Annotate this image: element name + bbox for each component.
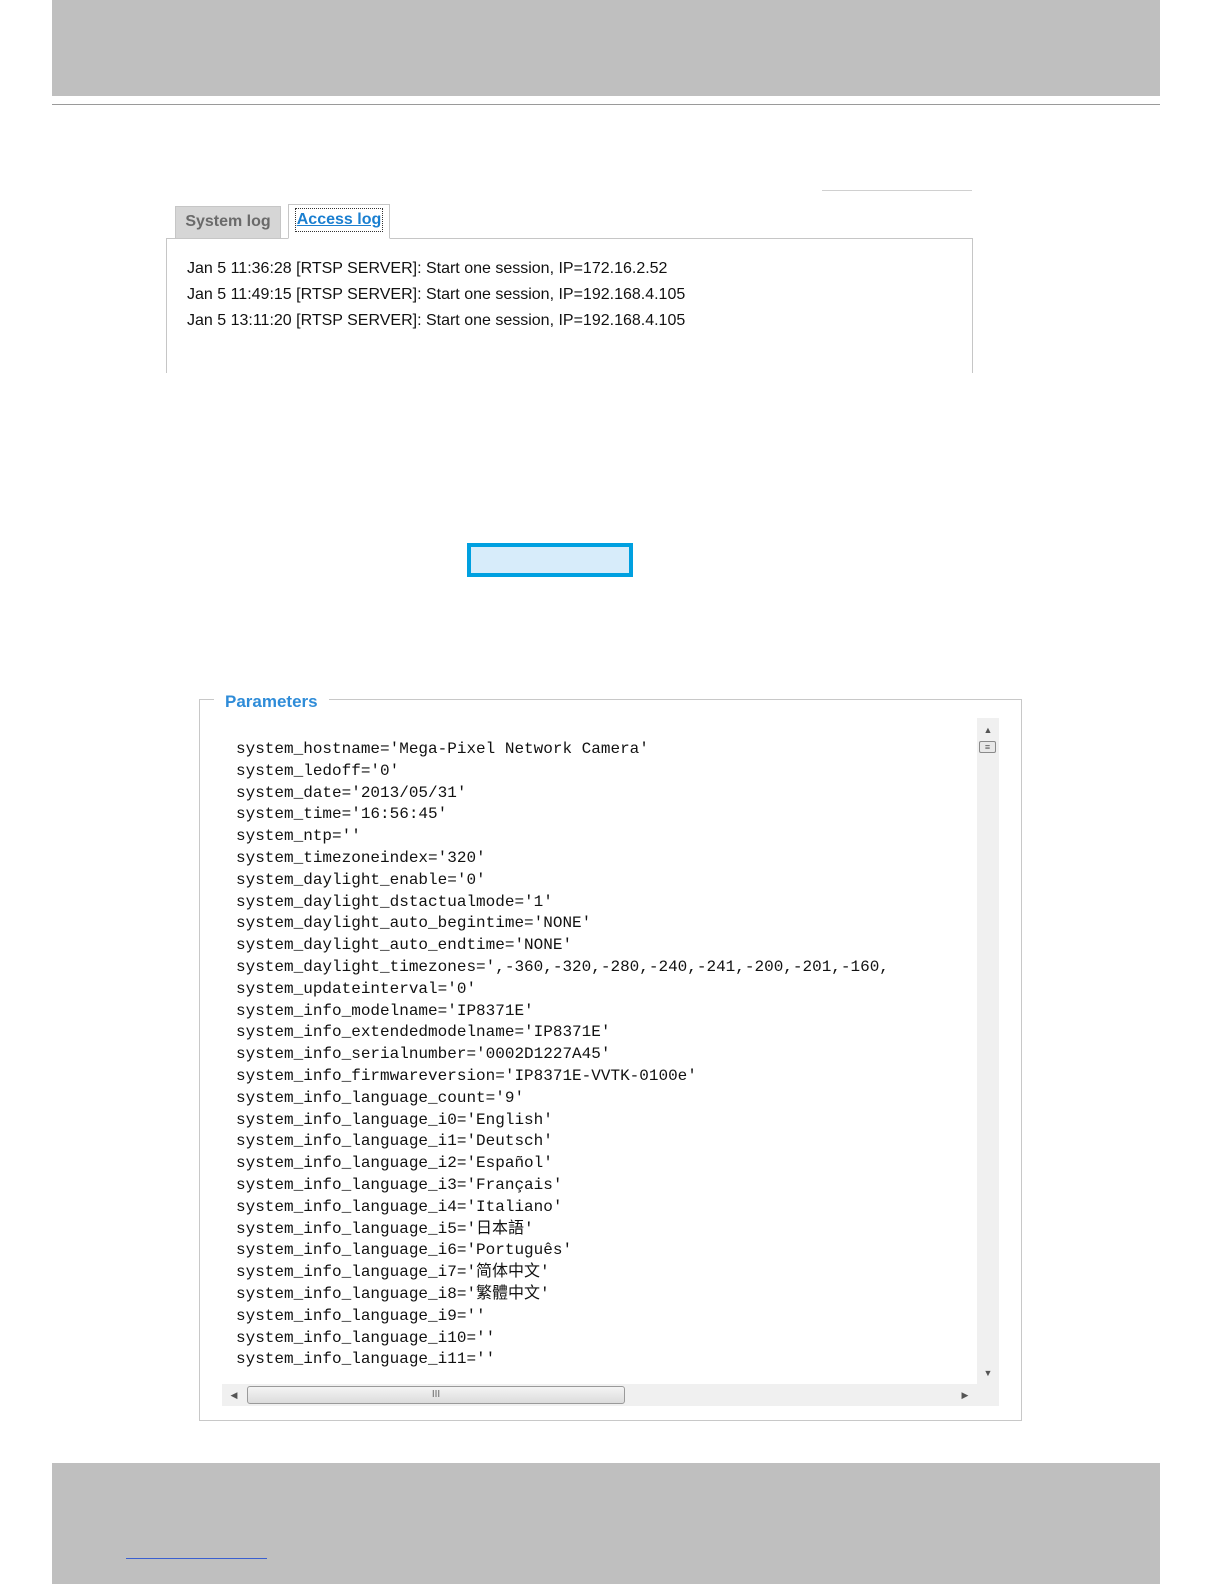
parameters-textarea[interactable]: system_hostname='Mega-Pixel Network Came… [222, 718, 999, 1406]
tab-system-log[interactable]: System log [175, 206, 281, 238]
parameter-line: system_daylight_auto_endtime='NONE' [236, 936, 573, 955]
log-entry: Jan 5 11:36:28 [RTSP SERVER]: Start one … [187, 260, 668, 277]
parameter-line: system_info_language_i5='日本語' [236, 1219, 534, 1238]
tab-access-log[interactable]: Access log [288, 204, 390, 239]
scroll-up-arrow-icon[interactable]: ▲ [977, 720, 999, 740]
parameter-line: system_info_language_i9='' [236, 1306, 486, 1325]
scroll-right-arrow-icon[interactable]: ▶ [955, 1384, 975, 1406]
highlighted-button[interactable] [467, 543, 633, 577]
parameter-line: system_info_language_i11='' [236, 1350, 496, 1369]
parameter-line: system_info_language_i0='English' [236, 1110, 553, 1129]
parameter-line: system_info_language_i4='Italiano' [236, 1197, 563, 1216]
parameter-line: system_daylight_enable='0' [236, 870, 486, 889]
parameter-line: system_info_language_i1='Deutsch' [236, 1132, 553, 1151]
parameter-line: system_ntp='' [236, 827, 361, 846]
parameter-line: system_info_modelname='IP8371E' [236, 1001, 534, 1020]
parameter-line: system_date='2013/05/31' [236, 783, 467, 802]
scroll-down-arrow-icon[interactable]: ▼ [977, 1363, 999, 1383]
log-entry-list: Jan 5 11:36:28 [RTSP SERVER]: Start one … [187, 256, 685, 334]
parameter-line: system_info_language_i10='' [236, 1328, 496, 1347]
parameter-line: system_daylight_timezones=',-360,-320,-2… [236, 957, 889, 976]
tab-access-log-label: Access log [294, 208, 384, 232]
scroll-left-arrow-icon[interactable]: ◀ [224, 1384, 244, 1406]
parameter-line: system_updateinterval='0' [236, 979, 477, 998]
parameter-line: system_info_language_i2='Español' [236, 1154, 553, 1173]
parameter-line: system_daylight_auto_begintime='NONE' [236, 914, 592, 933]
horizontal-scrollbar[interactable]: ◀ III ▶ [222, 1384, 977, 1406]
parameter-line: system_timezoneindex='320' [236, 848, 486, 867]
parameter-line: system_time='16:56:45' [236, 805, 448, 824]
log-panel: Jan 5 11:36:28 [RTSP SERVER]: Start one … [166, 238, 973, 373]
log-entry: Jan 5 13:11:20 [RTSP SERVER]: Start one … [187, 312, 686, 329]
log-entry: Jan 5 11:49:15 [RTSP SERVER]: Start one … [187, 286, 686, 303]
vertical-scroll-thumb[interactable]: ≡ [979, 741, 996, 753]
scrollbar-corner [977, 1385, 999, 1406]
horizontal-scroll-thumb[interactable]: III [247, 1386, 625, 1404]
parameter-line: system_info_language_count='9' [236, 1088, 525, 1107]
page-footer-band [52, 1463, 1160, 1584]
footer-link-underline[interactable] [126, 1558, 267, 1559]
parameter-line: system_hostname='Mega-Pixel Network Came… [236, 740, 649, 758]
parameter-line: system_info_language_i3='Français' [236, 1175, 563, 1194]
parameters-legend: Parameters [214, 690, 329, 714]
parameter-line: system_info_language_i7='简体中文' [236, 1263, 550, 1282]
parameters-content: system_hostname='Mega-Pixel Network Came… [236, 739, 889, 1371]
parameter-line: system_info_language_i6='Português' [236, 1241, 573, 1260]
parameter-line: system_info_firmwareversion='IP8371E-VVT… [236, 1066, 697, 1085]
vertical-scrollbar[interactable]: ▲ ≡ ▼ [977, 718, 999, 1385]
parameter-line: system_info_serialnumber='0002D1227A45' [236, 1045, 611, 1064]
parameter-line: system_info_language_i8='繁體中文' [236, 1284, 550, 1303]
top-right-divider [822, 190, 972, 191]
parameter-line: system_ledoff='0' [236, 761, 400, 780]
header-divider [52, 104, 1160, 105]
parameter-line: system_info_extendedmodelname='IP8371E' [236, 1023, 611, 1042]
page-header-band [52, 0, 1160, 96]
parameter-line: system_daylight_dstactualmode='1' [236, 892, 553, 911]
